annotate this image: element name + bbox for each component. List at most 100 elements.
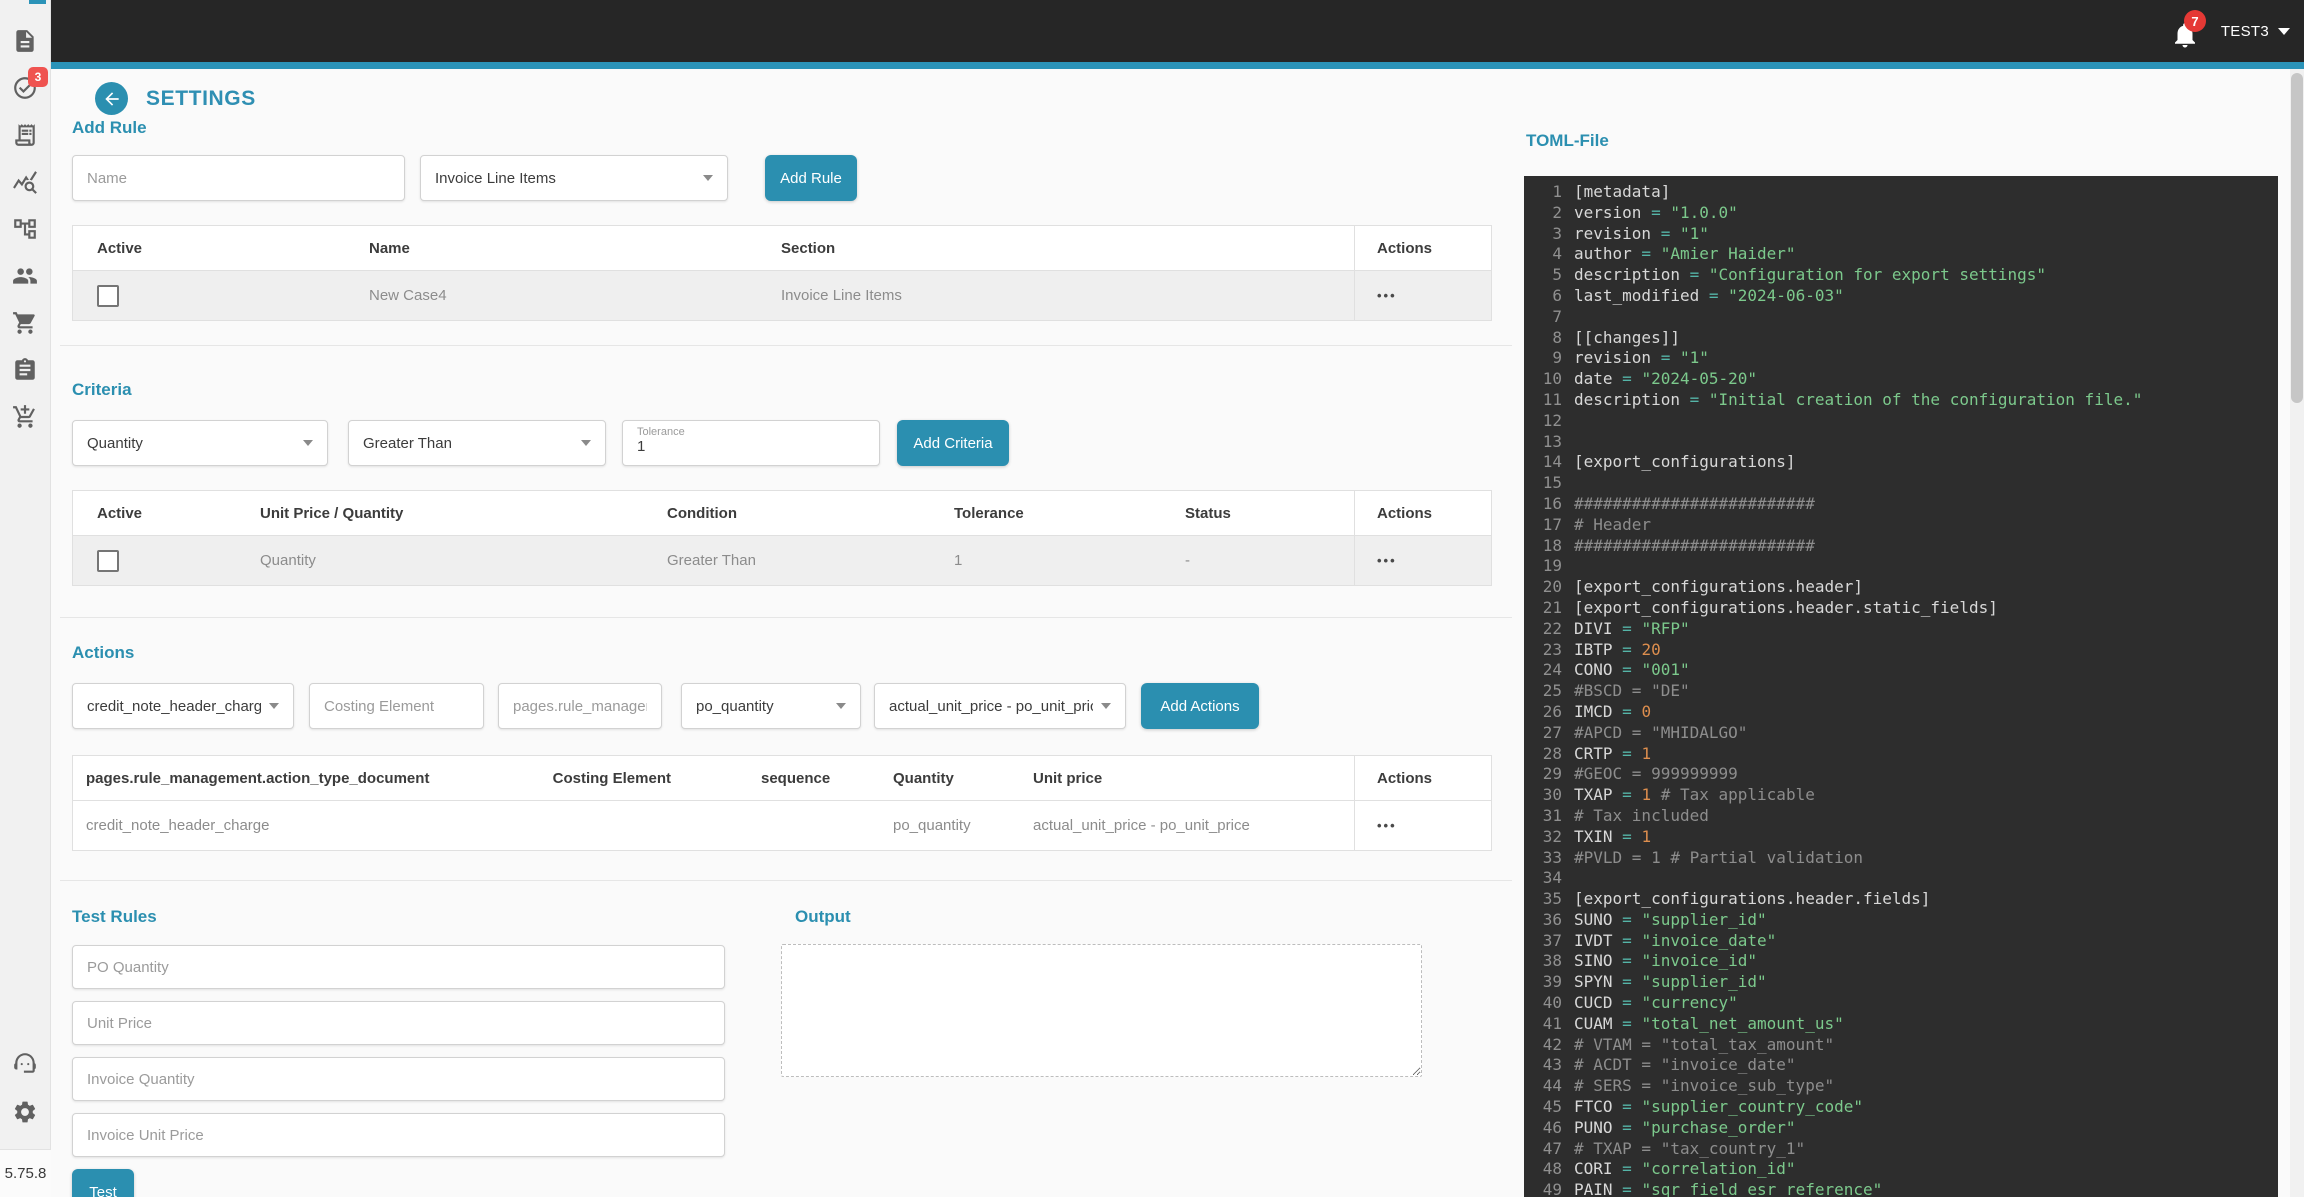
criteria-condition-cell: Greater Than	[667, 552, 954, 569]
sidebar-item-purchases[interactable]	[12, 310, 38, 336]
document-icon	[12, 41, 38, 58]
col-condition: Condition	[667, 505, 954, 522]
code-line: 47# TXAP = "tax_country_1"	[1532, 1139, 2278, 1160]
sidebar-item-analytics[interactable]	[12, 169, 38, 195]
code-line: 36SUNO = "supplier_id"	[1532, 910, 2278, 931]
criteria-table-header: Active Unit Price / Quantity Condition T…	[73, 491, 1491, 535]
action-type-cell: credit_note_header_charge	[73, 817, 543, 834]
sequence-input[interactable]	[499, 684, 661, 728]
action-unit-price-value: actual_unit_price - po_unit_price	[889, 698, 1093, 715]
invoice-unit-price-field-wrap	[72, 1113, 725, 1157]
sidebar: 3	[0, 0, 51, 1197]
table-row: credit_note_header_charge po_quantity ac…	[73, 800, 1491, 850]
user-menu[interactable]: TEST3	[2221, 0, 2290, 62]
code-line: 1[metadata]	[1532, 182, 2278, 203]
sidebar-item-documents[interactable]	[12, 28, 38, 54]
row-actions-menu[interactable]: •••	[1377, 553, 1397, 568]
criteria-table: Active Unit Price / Quantity Condition T…	[72, 490, 1492, 586]
page-scrollbar-thumb[interactable]	[2291, 73, 2303, 403]
chevron-down-icon	[2278, 28, 2290, 35]
unit-price-input[interactable]	[73, 1002, 724, 1044]
rule-table: Active Name Section Actions New Case4 In…	[72, 225, 1492, 321]
code-line: 38SINO = "invoice_id"	[1532, 951, 2278, 972]
add-actions-button[interactable]: Add Actions	[1141, 683, 1259, 729]
tasks-badge: 3	[28, 67, 48, 87]
tasks-check-icon	[12, 88, 38, 105]
back-button[interactable]	[95, 82, 128, 115]
col-active: Active	[73, 505, 260, 522]
code-line: 45FTCO = "supplier_country_code"	[1532, 1097, 2278, 1118]
criteria-condition-value: Greater Than	[363, 435, 452, 452]
code-line: 32TXIN = 1	[1532, 827, 2278, 848]
criteria-status-cell: -	[1185, 552, 1354, 569]
sidebar-item-reports[interactable]	[12, 357, 38, 383]
add-rule-button[interactable]: Add Rule	[765, 155, 857, 201]
test-button[interactable]: Test	[72, 1169, 134, 1197]
action-type-select[interactable]: credit_note_header_charge	[72, 683, 294, 729]
table-row: Quantity Greater Than 1 - •••	[73, 535, 1491, 585]
chevron-down-icon	[269, 703, 279, 709]
hierarchy-icon	[12, 229, 38, 246]
rule-section-value: Invoice Line Items	[435, 170, 556, 187]
code-line: 2version = "1.0.0"	[1532, 203, 2278, 224]
add-criteria-button[interactable]: Add Criteria	[897, 420, 1009, 466]
sidebar-item-tasks[interactable]: 3	[12, 75, 38, 101]
users-icon	[12, 276, 38, 293]
chevron-down-icon	[703, 175, 713, 181]
section-divider	[60, 617, 1512, 618]
code-line: 44# SERS = "invoice_sub_type"	[1532, 1076, 2278, 1097]
sidebar-item-hierarchy[interactable]	[12, 216, 38, 242]
row-actions-menu[interactable]: •••	[1377, 288, 1397, 303]
test-rules-heading: Test Rules	[72, 907, 157, 927]
sequence-field-wrap	[498, 683, 662, 729]
row-actions-menu[interactable]: •••	[1377, 818, 1397, 833]
rule-section-select[interactable]: Invoice Line Items	[420, 155, 728, 201]
notifications-button[interactable]: 7	[2170, 14, 2204, 50]
toml-code[interactable]: 1[metadata]2version = "1.0.0"3revision =…	[1524, 176, 2278, 1197]
invoice-unit-price-input[interactable]	[73, 1114, 724, 1156]
rule-name-input[interactable]	[73, 156, 404, 200]
criteria-field-select[interactable]: Quantity	[72, 420, 328, 466]
rule-table-header: Active Name Section Actions	[73, 226, 1491, 270]
code-line: 28CRTP = 1	[1532, 744, 2278, 765]
rule-name-value: New Case4	[369, 287, 781, 304]
sidebar-item-invoices[interactable]	[12, 122, 38, 148]
code-line: 8[[changes]]	[1532, 328, 2278, 349]
chevron-down-icon	[303, 440, 313, 446]
rule-active-checkbox[interactable]	[97, 285, 119, 307]
col-costing: Costing Element	[543, 770, 671, 787]
invoice-quantity-input[interactable]	[73, 1058, 724, 1100]
code-line: 25#BSCD = "DE"	[1532, 681, 2278, 702]
criteria-heading: Criteria	[72, 380, 132, 400]
sidebar-item-settings[interactable]	[12, 1099, 38, 1125]
unit-price-field-wrap	[72, 1001, 725, 1045]
topbar: 7 TEST3	[51, 0, 2304, 62]
criteria-active-checkbox[interactable]	[97, 550, 119, 572]
po-quantity-input[interactable]	[73, 946, 724, 988]
sidebar-item-users[interactable]	[12, 263, 38, 289]
action-quantity-select[interactable]: po_quantity	[681, 683, 861, 729]
criteria-condition-select[interactable]: Greater Than	[348, 420, 606, 466]
sidebar-item-orders[interactable]	[12, 404, 38, 430]
action-quantity-value: po_quantity	[696, 698, 774, 715]
col-status: Status	[1185, 505, 1354, 522]
code-line: 18#########################	[1532, 536, 2278, 557]
code-line: 22DIVI = "RFP"	[1532, 619, 2278, 640]
action-quantity-cell: po_quantity	[893, 817, 1033, 834]
code-line: 15	[1532, 473, 2278, 494]
costing-element-input[interactable]	[310, 684, 483, 728]
sidebar-nav: 3	[0, 28, 50, 430]
col-name: Name	[369, 240, 781, 257]
page-scrollbar-track[interactable]	[2290, 69, 2304, 1197]
col-sequence: sequence	[671, 770, 893, 787]
code-line: 33#PVLD = 1 # Partial validation	[1532, 848, 2278, 869]
sidebar-item-support[interactable]	[12, 1050, 38, 1076]
action-unit-price-select[interactable]: actual_unit_price - po_unit_price	[874, 683, 1126, 729]
tolerance-field[interactable]: Tolerance 1	[622, 420, 880, 466]
costing-element-field-wrap	[309, 683, 484, 729]
code-line: 26IMCD = 0	[1532, 702, 2278, 723]
output-textarea[interactable]	[781, 944, 1422, 1077]
code-line: 10date = "2024-05-20"	[1532, 369, 2278, 390]
section-divider	[60, 345, 1512, 346]
code-line: 49PAIN = "sqr_field_esr_reference"	[1532, 1180, 2278, 1197]
